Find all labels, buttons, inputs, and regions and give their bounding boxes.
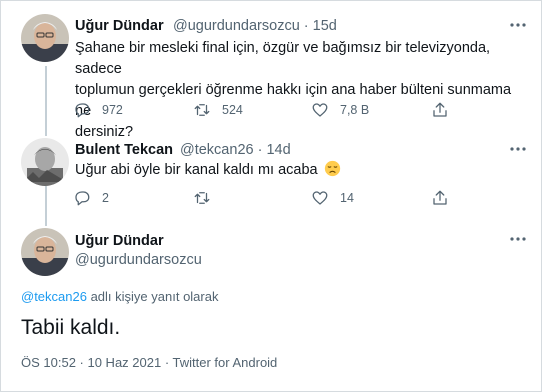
like-icon xyxy=(312,191,328,205)
reply-to-link[interactable]: @tekcan26 xyxy=(21,289,87,304)
author-handle[interactable]: @tekcan26 xyxy=(180,142,254,158)
author-handle[interactable]: @ugurdundarsozcu xyxy=(75,252,202,268)
reply-count: 972 xyxy=(102,103,123,117)
share-icon xyxy=(433,102,447,117)
reply-context: @tekcan26 adlı kişiye yanıt olarak xyxy=(21,289,218,304)
more-icon[interactable] xyxy=(508,142,528,156)
reply-button[interactable]: 972 xyxy=(73,101,123,119)
retweet-button[interactable] xyxy=(193,189,222,207)
main-tweet-text: Tabii kaldı. xyxy=(21,316,121,339)
reply-icon xyxy=(75,191,90,206)
avatar[interactable] xyxy=(21,228,69,276)
like-count: 14 xyxy=(340,191,354,205)
retweet-icon xyxy=(194,104,210,116)
reply-icon xyxy=(75,103,90,118)
tweet-text-line: dersiniz? xyxy=(75,124,134,140)
like-count: 7,8 B xyxy=(340,103,370,117)
tweet-time[interactable]: 14d xyxy=(266,142,290,158)
tweet-text-content: Uğur abi öyle bir kanal kaldı mı acaba xyxy=(75,162,318,178)
share-button[interactable] xyxy=(431,189,449,207)
reply-button[interactable]: 2 xyxy=(73,189,109,207)
reply-to-suffix: adlı kişiye yanıt olarak xyxy=(86,289,219,304)
author-name[interactable]: Uğur Dündar xyxy=(75,233,164,249)
thread-connector-line xyxy=(45,66,47,136)
reply-count: 2 xyxy=(102,191,109,205)
avatar[interactable] xyxy=(21,14,69,62)
retweet-count: 524 xyxy=(222,103,243,117)
thread-connector-line xyxy=(45,184,47,226)
disappointed-face-icon xyxy=(324,160,341,184)
more-icon[interactable] xyxy=(508,232,528,246)
more-icon[interactable] xyxy=(508,18,528,32)
like-icon xyxy=(312,103,328,117)
avatar[interactable] xyxy=(21,138,69,186)
tweet-text-line: Şahane bir mesleki final için, özgür ve … xyxy=(75,40,491,77)
tweet-time[interactable]: 15d xyxy=(313,18,337,34)
tweet-text-line: toplumun gerçekleri öğrenme hakkı için a… xyxy=(75,82,512,119)
like-button[interactable]: 14 xyxy=(311,189,354,207)
tweet-text: Uğur abi öyle bir kanal kaldı mı acaba xyxy=(75,160,341,184)
retweet-button[interactable]: 524 xyxy=(193,101,243,119)
author-handle[interactable]: @ugurdundarsozcu xyxy=(173,18,300,34)
author-handle-time[interactable]: @tekcan26 · 14d xyxy=(180,142,291,158)
author-handle-time[interactable]: @ugurdundarsozcu · 15d xyxy=(173,18,337,34)
share-icon xyxy=(433,190,447,205)
retweet-icon xyxy=(194,192,210,204)
tweet-timestamp[interactable]: ÖS 10:52 · 10 Haz 2021 · Twitter for And… xyxy=(21,355,277,370)
like-button[interactable]: 7,8 B xyxy=(311,101,369,119)
tweet-text: Şahane bir mesleki final için, özgür ve … xyxy=(75,38,525,143)
author-name[interactable]: Bulent Tekcan xyxy=(75,142,173,158)
share-button[interactable] xyxy=(431,101,449,119)
author-name[interactable]: Uğur Dündar xyxy=(75,18,164,34)
